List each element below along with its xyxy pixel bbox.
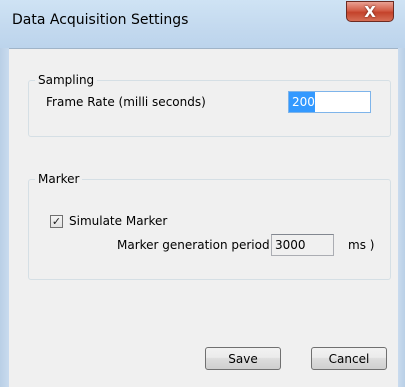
window-frame-left — [0, 48, 9, 387]
marker-group-label: Marker — [38, 172, 80, 186]
frame-rate-label: Frame Rate (milli seconds) — [46, 95, 206, 109]
window-title: Data Acquisition Settings — [12, 12, 189, 28]
close-button[interactable]: X — [346, 1, 394, 22]
marker-period-unit: ms ) — [348, 238, 375, 252]
dialog-body: Sampling Frame Rate (milli seconds) Mark… — [9, 48, 398, 387]
save-button[interactable]: Save — [205, 347, 281, 370]
simulate-marker-checkbox[interactable]: ✓ — [50, 215, 63, 228]
close-icon: X — [364, 3, 376, 21]
checkmark-icon: ✓ — [51, 215, 62, 228]
marker-period-label: Marker generation period ( — [117, 238, 279, 252]
title-bar[interactable]: Data Acquisition Settings X — [0, 0, 405, 48]
sampling-group-label: Sampling — [38, 73, 95, 87]
simulate-marker-label: Simulate Marker — [69, 214, 168, 228]
window-frame-right — [398, 48, 405, 387]
frame-rate-input[interactable] — [288, 91, 371, 113]
cancel-button[interactable]: Cancel — [311, 347, 387, 370]
marker-period-input[interactable] — [271, 234, 334, 256]
